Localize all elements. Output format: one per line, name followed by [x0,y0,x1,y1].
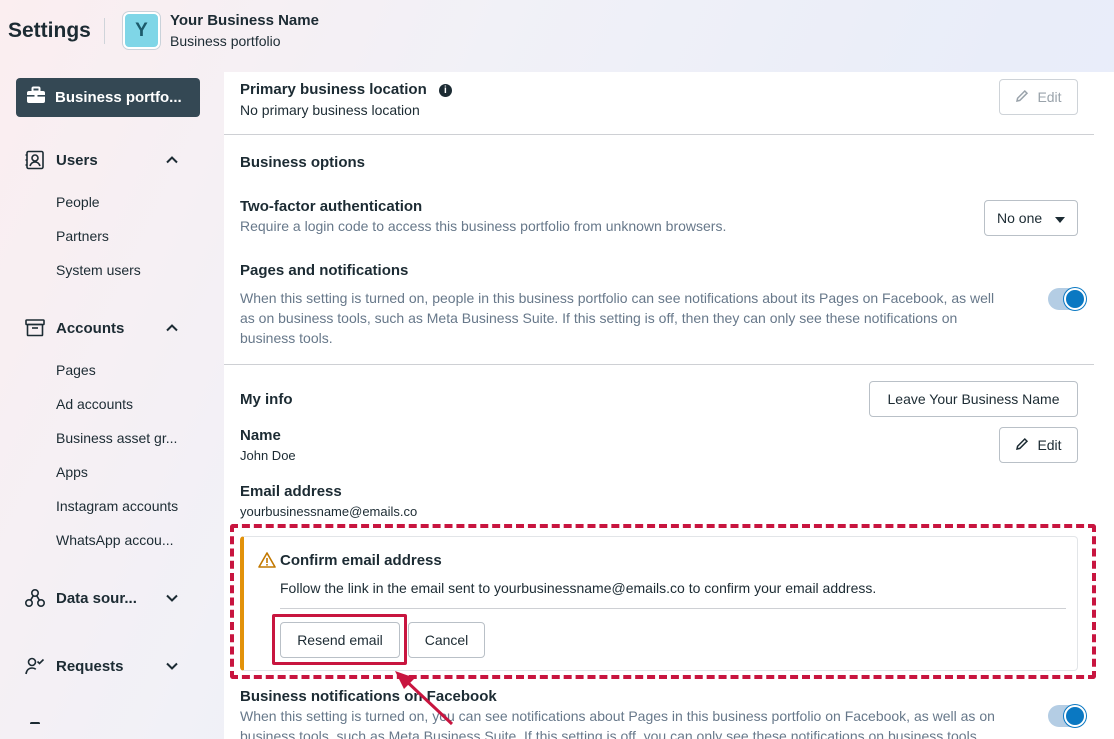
toggle-knob [1064,288,1086,310]
caret-down-icon [1055,210,1065,226]
sidebar-item-instagram-accounts[interactable]: Instagram accounts [56,498,178,514]
chevron-up-icon[interactable] [164,320,180,336]
business-notifications-description-1: When this setting is turned on, you can … [240,708,995,724]
primary-location-title: Primary business location i [240,81,452,98]
sidebar-section-users[interactable]: Users [24,148,194,172]
sidebar-item-label: Business portfo... [55,89,182,106]
sidebar-item-business-asset-groups[interactable]: Business asset gr... [56,430,177,446]
warning-icon [258,551,276,569]
sidebar-section-data-sources[interactable]: Data sour... [24,586,194,610]
page-title: Settings [8,19,91,42]
pages-notifications-toggle[interactable] [1048,288,1086,310]
edit-label: Edit [1037,437,1062,453]
pages-notifications-title: Pages and notifications [240,262,409,279]
sidebar-section-label: Accounts [56,319,125,337]
sidebar-section-requests[interactable]: Requests [24,654,194,678]
sidebar-item-ad-accounts[interactable]: Ad accounts [56,396,133,412]
sidebar-next-icon-partial [30,722,40,725]
business-notifications-toggle[interactable] [1048,705,1086,727]
contact-card-icon [24,149,46,171]
sidebar-item-apps[interactable]: Apps [56,464,88,480]
business-notifications-title: Business notifications on Facebook [240,688,497,705]
info-icon[interactable]: i [438,84,452,97]
two-factor-title: Two-factor authentication [240,198,423,215]
email-value: yourbusinessname@emails.co [240,504,418,519]
sidebar-section-accounts[interactable]: Accounts [24,316,194,340]
divider [280,608,1066,609]
confirm-email-title: Confirm email address [280,552,442,569]
name-edit-button[interactable]: Edit [999,427,1078,463]
top-header: Settings Y Your Business Name Business p… [0,0,1114,66]
sidebar-item-whatsapp-accounts[interactable]: WhatsApp accou... [56,532,174,548]
my-info-heading: My info [240,391,293,408]
pages-notifications-description-3: business tools. [240,330,333,346]
sidebar-section-label: Requests [56,657,124,675]
sidebar-item-business-portfolio[interactable]: Business portfo... [16,78,200,117]
two-factor-description: Require a login code to access this busi… [240,218,727,234]
primary-location-edit-button[interactable]: Edit [999,79,1078,115]
name-value: John Doe [240,448,296,463]
cancel-button[interactable]: Cancel [408,622,485,658]
toggle-knob [1064,705,1086,727]
sidebar-item-system-users[interactable]: System users [56,262,141,278]
sidebar-item-pages[interactable]: Pages [56,362,96,378]
chevron-up-icon[interactable] [164,152,180,168]
business-name[interactable]: Your Business Name [170,12,319,29]
sidebar-section-label: Users [56,151,98,169]
briefcase-icon [26,86,46,109]
sidebar-section-label: Data sour... [56,589,137,607]
sidebar-item-partners[interactable]: Partners [56,228,109,244]
sidebar: Business portfo... Users People Partners… [0,66,222,739]
business-avatar[interactable]: Y [123,12,160,49]
confirm-email-text: Follow the link in the email sent to you… [280,580,877,596]
leave-business-button[interactable]: Leave Your Business Name [869,381,1078,417]
pencil-icon [1015,89,1029,106]
sidebar-item-people[interactable]: People [56,194,100,210]
two-factor-select[interactable]: No one [984,200,1078,236]
chevron-down-icon[interactable] [164,658,180,674]
data-nodes-icon [24,587,46,609]
resend-highlight-box [272,614,407,665]
pages-notifications-description-2: as on business tools, such as Meta Busin… [240,310,958,326]
pages-notifications-description-1: When this setting is turned on, people i… [240,290,995,306]
pencil-icon [1015,437,1029,454]
chevron-down-icon[interactable] [164,590,180,606]
name-title: Name [240,427,281,444]
divider [224,364,1094,365]
divider [224,134,1094,135]
primary-location-value: No primary business location [240,102,420,118]
two-factor-selected-value: No one [997,210,1043,226]
email-title: Email address [240,483,342,500]
header-divider [104,18,105,44]
archive-box-icon [24,317,46,339]
business-options-heading: Business options [240,154,366,171]
person-check-icon [24,655,46,677]
edit-label: Edit [1037,89,1062,105]
business-subtitle: Business portfolio [170,33,281,49]
business-notifications-description-2: business tools, such as Meta Business Su… [240,728,981,739]
